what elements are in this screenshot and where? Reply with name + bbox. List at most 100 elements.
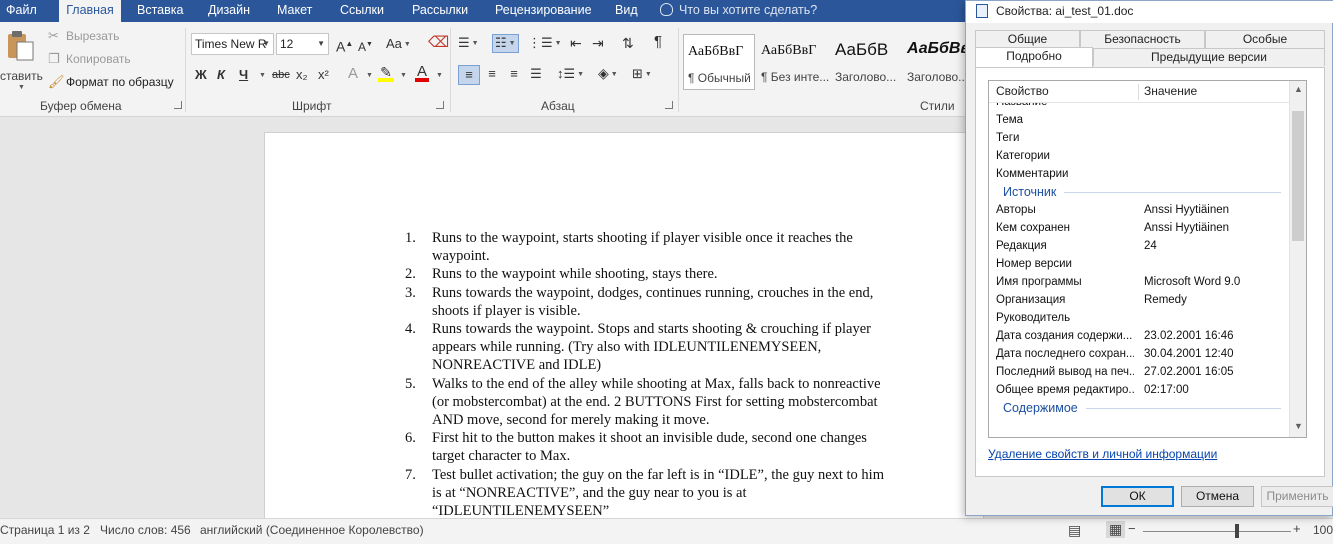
style-no-spacing[interactable]: АаБбВвГ ¶ Без инте... xyxy=(757,34,829,90)
property-list[interactable]: Свойство Значение Название Тема Теги Катего… xyxy=(988,80,1307,438)
show-marks-icon[interactable]: ¶ xyxy=(654,34,662,50)
line-spacing-icon[interactable]: ↕☰ ▼ xyxy=(557,66,584,83)
tab-details[interactable]: Подробно xyxy=(975,47,1093,67)
language-indicator[interactable]: английский (Соединенное Королевство) xyxy=(200,523,424,537)
property-value[interactable]: Anssi Hyytiäinen xyxy=(1144,201,1284,219)
tab-design[interactable]: Дизайн xyxy=(204,0,254,22)
property-row[interactable]: Комментарии xyxy=(989,165,1289,183)
property-row[interactable]: Название xyxy=(989,103,1289,111)
italic-button[interactable]: К xyxy=(217,67,225,83)
strikethrough-button[interactable]: abc xyxy=(272,67,290,83)
multilevel-list-icon[interactable]: ⋮☰ ▼ xyxy=(528,35,562,52)
sort-icon[interactable]: ⇅ xyxy=(622,35,634,51)
clear-formatting-icon[interactable]: ⌫ xyxy=(428,35,449,51)
tab-general[interactable]: Общие xyxy=(975,30,1080,48)
ok-button[interactable]: ОК xyxy=(1101,486,1174,507)
tab-security[interactable]: Безопасность xyxy=(1080,30,1205,48)
paste-button[interactable]: ставить ▼ xyxy=(0,26,43,94)
print-layout-icon[interactable]: ▦ xyxy=(1106,521,1126,538)
tab-insert[interactable]: Вставка xyxy=(133,0,187,22)
tab-view[interactable]: Вид xyxy=(611,0,642,22)
underline-dropdown-icon[interactable]: ▼ xyxy=(259,72,266,79)
bold-button[interactable]: Ж xyxy=(195,67,207,83)
align-right-icon[interactable]: ≡ xyxy=(505,66,523,82)
bullets-icon[interactable]: ☰ ▼ xyxy=(458,35,479,52)
column-divider[interactable] xyxy=(1138,84,1139,100)
zoom-out-icon[interactable]: − xyxy=(1128,521,1136,536)
tab-layout[interactable]: Макет xyxy=(273,0,316,22)
scrollbar-thumb[interactable] xyxy=(1292,111,1304,241)
font-color-icon[interactable]: A xyxy=(415,64,429,82)
property-value[interactable]: Anssi Hyytiäinen xyxy=(1144,219,1284,237)
numbering-icon[interactable]: ☷ ▼ xyxy=(492,34,519,53)
property-value[interactable]: 27.02.2001 16:05 xyxy=(1144,363,1284,381)
property-row[interactable]: Теги xyxy=(989,129,1289,147)
property-row[interactable]: Редакция 24 xyxy=(989,237,1289,255)
tab-review[interactable]: Рецензирование xyxy=(491,0,596,22)
style-normal[interactable]: АаБбВвГ ¶ Обычный xyxy=(683,34,755,90)
property-row[interactable]: Кем сохранен Anssi Hyytiäinen xyxy=(989,219,1289,237)
property-row[interactable]: Номер версии xyxy=(989,255,1289,273)
column-header-property[interactable]: Свойство xyxy=(996,81,1049,101)
property-row[interactable]: Дата последнего сохран... 30.04.2001 12:4… xyxy=(989,345,1289,363)
cancel-button[interactable]: Отмена xyxy=(1181,486,1254,507)
property-value[interactable]: Remedy xyxy=(1144,291,1284,309)
property-list-scrollbar[interactable]: ▲ ▼ xyxy=(1289,81,1306,437)
property-row[interactable]: Руководитель xyxy=(989,309,1289,327)
subscript-button[interactable]: x₂ xyxy=(296,67,308,83)
word-count[interactable]: Число слов: 456 xyxy=(100,523,191,537)
align-left-icon[interactable]: ≡ xyxy=(458,65,480,85)
shading-icon[interactable]: ◈ ▼ xyxy=(598,65,618,83)
zoom-in-icon[interactable]: + xyxy=(1293,521,1301,536)
shrink-font-icon[interactable]: A▼ xyxy=(358,37,373,55)
align-center-icon[interactable]: ≡ xyxy=(483,66,501,82)
scroll-up-icon[interactable]: ▲ xyxy=(1294,84,1303,94)
increase-indent-icon[interactable]: ⇥ xyxy=(592,35,604,51)
paste-dropdown-icon[interactable]: ▼ xyxy=(18,84,25,91)
change-case-icon[interactable]: Aa ▼ xyxy=(386,36,411,53)
borders-icon[interactable]: ⊞ ▼ xyxy=(632,66,652,83)
text-effects-icon[interactable]: A xyxy=(348,66,358,82)
tell-me-box[interactable]: Что вы хотите сделать? xyxy=(660,0,817,22)
property-value[interactable]: 23.02.2001 16:46 xyxy=(1144,327,1284,345)
highlight-dropdown-icon[interactable]: ▼ xyxy=(400,72,407,79)
superscript-button[interactable]: x² xyxy=(318,67,329,83)
property-row[interactable]: Дата создания содержи... 23.02.2001 16:46 xyxy=(989,327,1289,345)
read-mode-icon[interactable]: ▤ xyxy=(1068,522,1081,539)
property-row[interactable]: Тема xyxy=(989,111,1289,129)
zoom-level[interactable]: 100% xyxy=(1313,523,1333,537)
underline-button[interactable]: Ч xyxy=(239,67,248,83)
remove-properties-link[interactable]: Удаление свойств и личной информации xyxy=(988,447,1217,461)
property-row[interactable]: Общее время редактиро... 02:17:00 xyxy=(989,381,1289,399)
highlight-icon[interactable]: ✎ xyxy=(378,64,394,82)
page-count[interactable]: Страница 1 из 2 xyxy=(0,523,90,537)
scroll-down-icon[interactable]: ▼ xyxy=(1294,421,1303,431)
tab-file[interactable]: Файл xyxy=(2,0,41,22)
paragraph-launcher-icon[interactable] xyxy=(665,101,673,109)
zoom-slider[interactable] xyxy=(1143,531,1291,532)
tab-previous-versions[interactable]: Предыдущие версии xyxy=(1093,48,1325,66)
justify-icon[interactable]: ☰ xyxy=(527,66,545,82)
apply-button[interactable]: Применить xyxy=(1261,486,1333,507)
column-header-value[interactable]: Значение xyxy=(1144,81,1197,101)
property-row[interactable]: Категории xyxy=(989,147,1289,165)
font-color-dropdown-icon[interactable]: ▼ xyxy=(436,72,443,79)
property-value[interactable]: 30.04.2001 12:40 xyxy=(1144,345,1284,363)
tab-references[interactable]: Ссылки xyxy=(336,0,388,22)
grow-font-icon[interactable]: A▲ xyxy=(336,36,353,55)
font-size-combo[interactable]: 12 ▼ xyxy=(276,33,329,55)
decrease-indent-icon[interactable]: ⇤ xyxy=(570,35,582,51)
property-row[interactable]: Авторы Anssi Hyytiäinen xyxy=(989,201,1289,219)
clipboard-launcher-icon[interactable] xyxy=(174,101,182,109)
tab-mailings[interactable]: Рассылки xyxy=(408,0,472,22)
tab-home[interactable]: Главная xyxy=(59,0,121,22)
font-name-combo[interactable]: Times New R ▼ xyxy=(191,33,274,55)
zoom-slider-thumb[interactable] xyxy=(1235,524,1239,538)
property-value[interactable]: 02:17:00 xyxy=(1144,381,1284,399)
text-effects-dropdown-icon[interactable]: ▼ xyxy=(366,72,373,79)
property-row[interactable]: Имя программы Microsoft Word 9.0 xyxy=(989,273,1289,291)
style-heading-1[interactable]: АаБбВ Заголово... xyxy=(831,34,903,90)
property-row[interactable]: Организация Remedy xyxy=(989,291,1289,309)
dialog-title-bar[interactable]: Свойства: ai_test_01.doc xyxy=(966,1,1333,23)
tab-custom[interactable]: Особые xyxy=(1205,30,1325,48)
